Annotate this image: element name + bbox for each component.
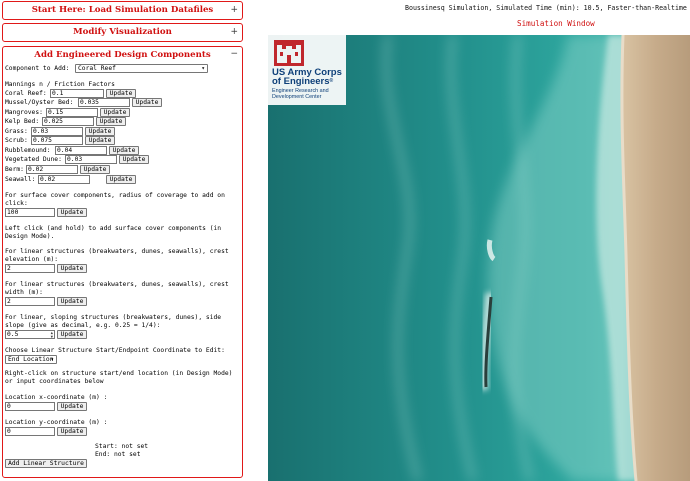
simulation-canvas[interactable]: US Army Corps of Engineers® Engineer Res… (268, 35, 690, 481)
simulation-status: Boussinesq Simulation, Simulated Time (m… (405, 4, 690, 12)
friction-label-mussel: Mussel/Oyster Bed: (5, 99, 74, 106)
crest-width-label-line1: For linear structures (breakwaters, dune… (5, 281, 229, 288)
simulation-window-title: Simulation Window (517, 19, 595, 28)
radius-label-line1: For surface cover components, radius of … (5, 192, 225, 199)
expand-icon[interactable]: + (230, 2, 238, 19)
friction-label-vegetated-dune: Vegetated Dune: (5, 156, 62, 163)
coral-reef-input[interactable]: 0.1 (50, 89, 104, 98)
scrub-update-button[interactable]: Update (85, 136, 115, 145)
right-click-note-line2: or input coordinates below (5, 378, 104, 385)
crest-elevation-update-button[interactable]: Update (57, 264, 87, 273)
side-slope-input[interactable]: 0.5 ▲ ▼ (5, 330, 55, 339)
x-coordinate-input[interactable]: 0 (5, 402, 55, 411)
vegetated-dune-input[interactable]: 0.03 (65, 155, 117, 164)
modify-visualization-header[interactable]: Modify Visualization + (2, 23, 243, 42)
friction-label-coral: Coral Reef: (5, 90, 47, 97)
crest-width-label-line2: width (m): (5, 289, 43, 296)
start-status: Start: not set (95, 443, 149, 450)
x-coordinate-label: Location x-coordinate (m) : (5, 394, 108, 401)
side-slope-label-line1: For linear, sloping structures (breakwat… (5, 314, 222, 321)
stepper-arrows-icon[interactable]: ▲ ▼ (51, 331, 53, 338)
scrub-input[interactable]: 0.075 (31, 136, 83, 145)
vegetated-dune-update-button[interactable]: Update (119, 155, 149, 164)
mangroves-update-button[interactable]: Update (100, 108, 130, 117)
mussel-bed-input[interactable]: 0.035 (78, 98, 130, 107)
y-coordinate-update-button[interactable]: Update (57, 427, 87, 436)
kelp-bed-input[interactable]: 0.025 (42, 117, 94, 126)
logo-line4: Development Center (272, 94, 322, 100)
side-slope-value: 0.5 (7, 331, 19, 338)
friction-label-grass: Grass: (5, 128, 28, 135)
rubblemound-update-button[interactable]: Update (109, 146, 139, 155)
endpoint-select[interactable]: End Location ▾ (5, 355, 57, 364)
rubblemound-input[interactable]: 0.04 (55, 146, 107, 155)
logo-line2-group: of Engineers® (272, 76, 334, 87)
mussel-bed-update-button[interactable]: Update (132, 98, 162, 107)
kelp-bed-update-button[interactable]: Update (96, 117, 126, 126)
crest-elevation-label-line2: elevation (m): (5, 256, 59, 263)
left-click-note-line2: Design Mode). (5, 233, 55, 240)
modify-visualization-title: Modify Visualization (73, 27, 172, 37)
control-panel: Start Here: Load Simulation Datafiles + … (0, 0, 246, 481)
y-coordinate-label: Location y-coordinate (m) : (5, 419, 108, 426)
right-click-note-line1: Right-click on structure start/end locat… (5, 370, 233, 377)
radius-label-line2: click: (5, 200, 28, 207)
component-selected: Coral Reef (78, 65, 116, 72)
end-status: End: not set (95, 451, 141, 458)
seawall-update-button[interactable]: Update (106, 175, 136, 184)
endpoint-label: Choose Linear Structure Start/Endpoint C… (5, 347, 225, 354)
registered-mark: ® (329, 78, 334, 84)
y-coordinate-input[interactable]: 0 (5, 427, 55, 436)
berm-update-button[interactable]: Update (80, 165, 110, 174)
friction-label-berm: Berm: (5, 166, 24, 173)
crest-width-input[interactable]: 2 (5, 297, 55, 306)
usace-logo: US Army Corps of Engineers® Engineer Res… (268, 35, 346, 105)
coral-reef-update-button[interactable]: Update (106, 89, 136, 98)
left-click-note-line1: Left click (and hold) to add surface cov… (5, 225, 222, 232)
crest-elevation-input[interactable]: 2 (5, 264, 55, 273)
side-slope-update-button[interactable]: Update (57, 330, 87, 339)
component-label: Component to Add: (5, 65, 70, 72)
design-components-title[interactable]: Add Engineered Design Components (3, 50, 242, 60)
radius-update-button[interactable]: Update (57, 208, 87, 217)
endpoint-selected: End Location (8, 356, 54, 363)
load-datafiles-header[interactable]: Start Here: Load Simulation Datafiles + (2, 1, 243, 20)
chevron-down-icon: ▾ (50, 356, 54, 363)
friction-label-kelp: Kelp Bed: (5, 118, 40, 125)
logo-line2: of Engineers (272, 76, 330, 87)
design-components-panel: Add Engineered Design Components − Compo… (2, 46, 243, 478)
crest-elevation-label-line1: For linear structures (breakwaters, dune… (5, 248, 229, 255)
mangroves-input[interactable]: 0.15 (46, 108, 98, 117)
component-select[interactable]: Coral Reef ▾ (75, 64, 208, 73)
load-datafiles-title: Start Here: Load Simulation Datafiles (31, 5, 214, 15)
expand-icon[interactable]: + (230, 24, 238, 41)
friction-heading: Mannings n / Friction Factors (5, 81, 115, 88)
add-linear-structure-button[interactable]: Add Linear Structure (5, 459, 87, 468)
chevron-down-icon: ▾ (201, 65, 205, 72)
side-slope-label-line2: slope (give as decimal, e.g. 0.25 = 1/4)… (5, 322, 161, 329)
crest-width-update-button[interactable]: Update (57, 297, 87, 306)
seawall-input[interactable]: 0.02 (38, 175, 90, 184)
collapse-icon[interactable]: − (230, 49, 238, 59)
grass-update-button[interactable]: Update (85, 127, 115, 136)
berm-input[interactable]: 0.02 (26, 165, 78, 174)
grass-input[interactable]: 0.03 (31, 127, 83, 136)
radius-input[interactable]: 100 (5, 208, 55, 217)
friction-label-scrub: Scrub: (5, 137, 28, 144)
castle-icon (274, 40, 304, 66)
friction-label-seawall: Seawall: (5, 176, 36, 183)
x-coordinate-update-button[interactable]: Update (57, 402, 87, 411)
friction-label-rubblemound: Rubblemound: (5, 147, 51, 154)
friction-label-mangroves: Mangroves: (5, 109, 43, 116)
